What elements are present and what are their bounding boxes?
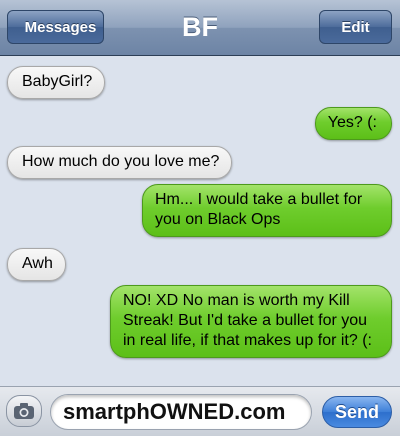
edit-button[interactable]: Edit <box>319 10 392 44</box>
received-message: BabyGirl? <box>7 66 106 99</box>
received-message: Awh <box>7 248 66 281</box>
sent-message: NO! XD No man is worth my Kill Streak! B… <box>110 285 392 358</box>
edit-button-label: Edit <box>341 18 370 36</box>
send-button[interactable]: Send <box>322 396 392 428</box>
navigation-bar: Messages BF Edit <box>0 0 400 56</box>
camera-icon <box>14 403 34 419</box>
sent-message: Hm... I would take a bullet for you on B… <box>142 184 392 237</box>
camera-button[interactable] <box>6 395 42 427</box>
message-composer: smartphOWNED.com Send <box>0 386 400 436</box>
message-input[interactable]: smartphOWNED.com <box>50 394 312 430</box>
sent-message: Yes? (: <box>314 107 392 140</box>
send-button-label: Send <box>334 401 379 422</box>
received-message: How much do you love me? <box>7 146 233 179</box>
